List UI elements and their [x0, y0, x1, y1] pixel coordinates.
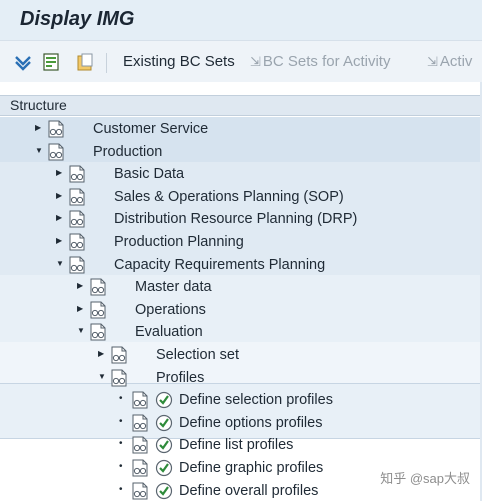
- document-glasses-icon[interactable]: [69, 188, 85, 206]
- tree-node-label[interactable]: Profiles: [156, 370, 204, 386]
- collapse-arrow-icon[interactable]: ▼: [98, 372, 106, 381]
- document-glasses-icon[interactable]: [48, 120, 64, 138]
- leaf-bullet-icon: •: [119, 438, 123, 450]
- document-glasses-icon[interactable]: [69, 210, 85, 228]
- execute-activity-icon[interactable]: [155, 414, 173, 432]
- tree-node[interactable]: • Define list profiles: [0, 434, 482, 456]
- tree-node[interactable]: ▼ Production: [0, 141, 482, 163]
- tree-node-label[interactable]: Basic Data: [114, 166, 184, 182]
- document-glasses-icon[interactable]: [132, 436, 148, 454]
- tree-node[interactable]: • Define options profiles: [0, 412, 482, 434]
- document-glasses-icon[interactable]: [90, 278, 106, 296]
- expand-arrow-icon[interactable]: ▶: [35, 124, 43, 132]
- tree-node-label[interactable]: Master data: [135, 279, 212, 295]
- toolbar: Existing BC Sets ⇲ BC Sets for Activity ⇲…: [0, 40, 482, 82]
- document-glasses-icon[interactable]: [90, 323, 106, 341]
- activ-button[interactable]: ⇲ Activ: [427, 53, 472, 70]
- leaf-bullet-icon: •: [119, 415, 123, 427]
- activ-label: Activ: [439, 53, 473, 70]
- tree-node-label[interactable]: Operations: [135, 302, 206, 318]
- execute-activity-icon[interactable]: [155, 391, 173, 409]
- tree-area: Structure ▶ Customer Service ▼ Production ▶ B…: [0, 82, 482, 501]
- tree-node-label[interactable]: Define options profiles: [179, 415, 322, 431]
- document-glasses-icon[interactable]: [69, 165, 85, 183]
- document-glasses-icon[interactable]: [132, 414, 148, 432]
- execute-activity-icon[interactable]: [155, 436, 173, 454]
- tree-node-label[interactable]: Distribution Resource Planning (DRP): [114, 211, 357, 227]
- document-glasses-icon[interactable]: [69, 256, 85, 274]
- expand-arrow-icon[interactable]: ▶: [98, 350, 106, 358]
- tree-node-label[interactable]: Production Planning: [114, 234, 244, 250]
- tree-node-label[interactable]: Selection set: [156, 347, 239, 363]
- tree-node-label[interactable]: Evaluation: [135, 324, 203, 340]
- tree-node-label[interactable]: Sales & Operations Planning (SOP): [114, 189, 344, 205]
- expand-arrow-icon[interactable]: ▶: [56, 169, 64, 177]
- existing-bc-sets-button[interactable]: Existing BC Sets: [123, 53, 235, 70]
- document-glasses-icon[interactable]: [48, 143, 64, 161]
- tree-node[interactable]: ▶ Master data: [0, 276, 482, 298]
- bc-set-icon: ⇲: [427, 54, 438, 69]
- tree-node[interactable]: ▶ Basic Data: [0, 163, 482, 185]
- document-glasses-icon[interactable]: [111, 346, 127, 364]
- execute-activity-icon[interactable]: [155, 482, 173, 500]
- tree-node[interactable]: ▶ Customer Service: [0, 118, 482, 140]
- execute-activity-icon[interactable]: [155, 459, 173, 477]
- expand-arrow-icon[interactable]: ▶: [56, 237, 64, 245]
- tree-node[interactable]: • Define selection profiles: [0, 389, 482, 411]
- tree-node-label[interactable]: Define overall profiles: [179, 483, 318, 499]
- bc-sets-for-activity-button[interactable]: ⇲ BC Sets for Activity: [250, 53, 390, 70]
- bc-set-icon: ⇲: [250, 54, 261, 69]
- tree-node[interactable]: ▶ Production Planning: [0, 231, 482, 253]
- toolbar-separator: [106, 53, 107, 73]
- tree-node-label[interactable]: Define selection profiles: [179, 392, 333, 408]
- expand-arrow-icon[interactable]: ▶: [56, 214, 64, 222]
- structure-header-label: Structure: [10, 97, 67, 113]
- document-glasses-icon[interactable]: [111, 369, 127, 387]
- tree-node-label[interactable]: Define list profiles: [179, 437, 293, 453]
- watermark: 知乎 @sap大叔: [380, 471, 470, 486]
- tree-node[interactable]: ▼ Evaluation: [0, 321, 482, 343]
- tree-node[interactable]: ▶ Operations: [0, 299, 482, 321]
- tree-node[interactable]: ▶ Sales & Operations Planning (SOP): [0, 186, 482, 208]
- document-glasses-icon[interactable]: [132, 459, 148, 477]
- document-green-icon[interactable]: [42, 53, 60, 71]
- folder-clipboard-icon[interactable]: [76, 53, 94, 71]
- tree-node-label[interactable]: Production: [93, 144, 162, 160]
- bc-sets-for-activity-label: BC Sets for Activity: [262, 53, 391, 70]
- tree-node-label[interactable]: Customer Service: [93, 121, 208, 137]
- tree-node[interactable]: ▶ Selection set: [0, 344, 482, 366]
- document-glasses-icon[interactable]: [132, 482, 148, 500]
- tree-node[interactable]: ▼ Profiles: [0, 367, 482, 389]
- document-glasses-icon[interactable]: [90, 301, 106, 319]
- tree-node-label[interactable]: Capacity Requirements Planning: [114, 257, 325, 273]
- tree-node[interactable]: ▼ Capacity Requirements Planning: [0, 254, 482, 276]
- tree-node-label[interactable]: Define graphic profiles: [179, 460, 323, 476]
- structure-column-header: Structure: [0, 95, 482, 116]
- expand-arrow-icon[interactable]: ▶: [56, 191, 64, 200]
- collapse-arrow-icon[interactable]: ▼: [77, 327, 85, 335]
- expand-arrow-icon[interactable]: ▶: [77, 304, 85, 313]
- document-glasses-icon[interactable]: [69, 233, 85, 251]
- expand-arrow-icon[interactable]: ▶: [77, 282, 85, 290]
- leaf-bullet-icon: •: [119, 393, 123, 405]
- document-glasses-icon[interactable]: [132, 391, 148, 409]
- collapse-arrow-icon[interactable]: ▼: [35, 146, 43, 155]
- title-bar: Display IMG: [0, 0, 482, 40]
- collapse-arrow-icon[interactable]: ▼: [56, 259, 64, 268]
- expand-subtree-icon[interactable]: [14, 53, 32, 71]
- leaf-bullet-icon: •: [119, 483, 123, 495]
- tree-node[interactable]: ▶ Distribution Resource Planning (DRP): [0, 208, 482, 230]
- window-title: Display IMG: [20, 8, 135, 30]
- leaf-bullet-icon: •: [119, 461, 123, 472]
